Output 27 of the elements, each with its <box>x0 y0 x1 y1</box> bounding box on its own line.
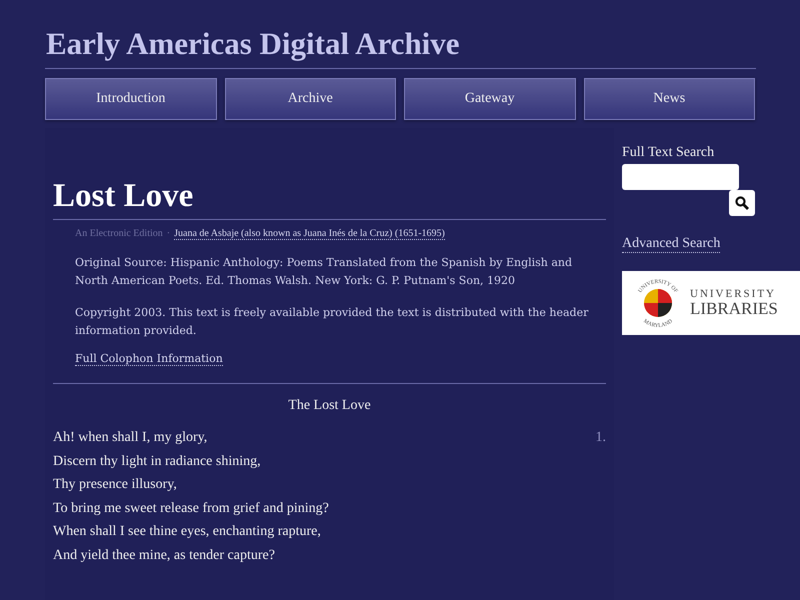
poem-line: Ah! when shall I, my glory, <box>53 430 208 447</box>
nav-button[interactable]: News <box>584 78 755 120</box>
poem-line: Discern thy light in radiance shining, <box>53 454 261 470</box>
author-link[interactable]: Juana de Asbaje (also known as Juana Inés de la Cruz) (1651-1695) <box>174 228 445 240</box>
nav-button[interactable]: Introduction <box>45 78 216 120</box>
poem-line: To bring me sweet release from grief and pining? <box>53 500 329 518</box>
search-button[interactable] <box>729 190 755 216</box>
logo-text: LIBRARIES <box>690 300 778 317</box>
nav-button[interactable]: Gateway <box>404 78 576 120</box>
separator: · <box>166 228 170 239</box>
copyright-text: Copyright 2003. This text is freely available provided the text is distributed with the header information provided. <box>75 305 590 339</box>
colophon-link[interactable]: Full Colophon Information <box>75 352 223 366</box>
line-number: 1. <box>596 430 606 447</box>
edition-label: An Electronic Edition <box>75 228 163 239</box>
nav-button[interactable]: Archive <box>224 78 396 120</box>
poem-line: When shall I see thine eyes, enchanting rapture, <box>53 524 321 541</box>
search-field[interactable] <box>622 164 739 190</box>
logo-text: UNIVERSITY <box>690 289 777 300</box>
search-icon <box>735 196 749 210</box>
source-text: Original Source: Hispanic Anthology: Poems Translated from the Spanish by English and North American Poets. Ed. Thomas Walsh. New York: G. P. Putnam's Son, 1920 <box>75 255 574 289</box>
page-title: Lost Love <box>53 178 606 220</box>
search-label: Full Text Search <box>622 145 716 161</box>
poem-line: And yield thee mine, as tender capture? <box>53 548 275 564</box>
advanced-search-link[interactable]: Advanced Search <box>622 236 720 253</box>
poem-title: The Lost Love <box>287 398 372 414</box>
poem-line: Thy presence illusory, <box>53 477 177 494</box>
site-title: Early Americas Digital Archive <box>45 0 756 69</box>
